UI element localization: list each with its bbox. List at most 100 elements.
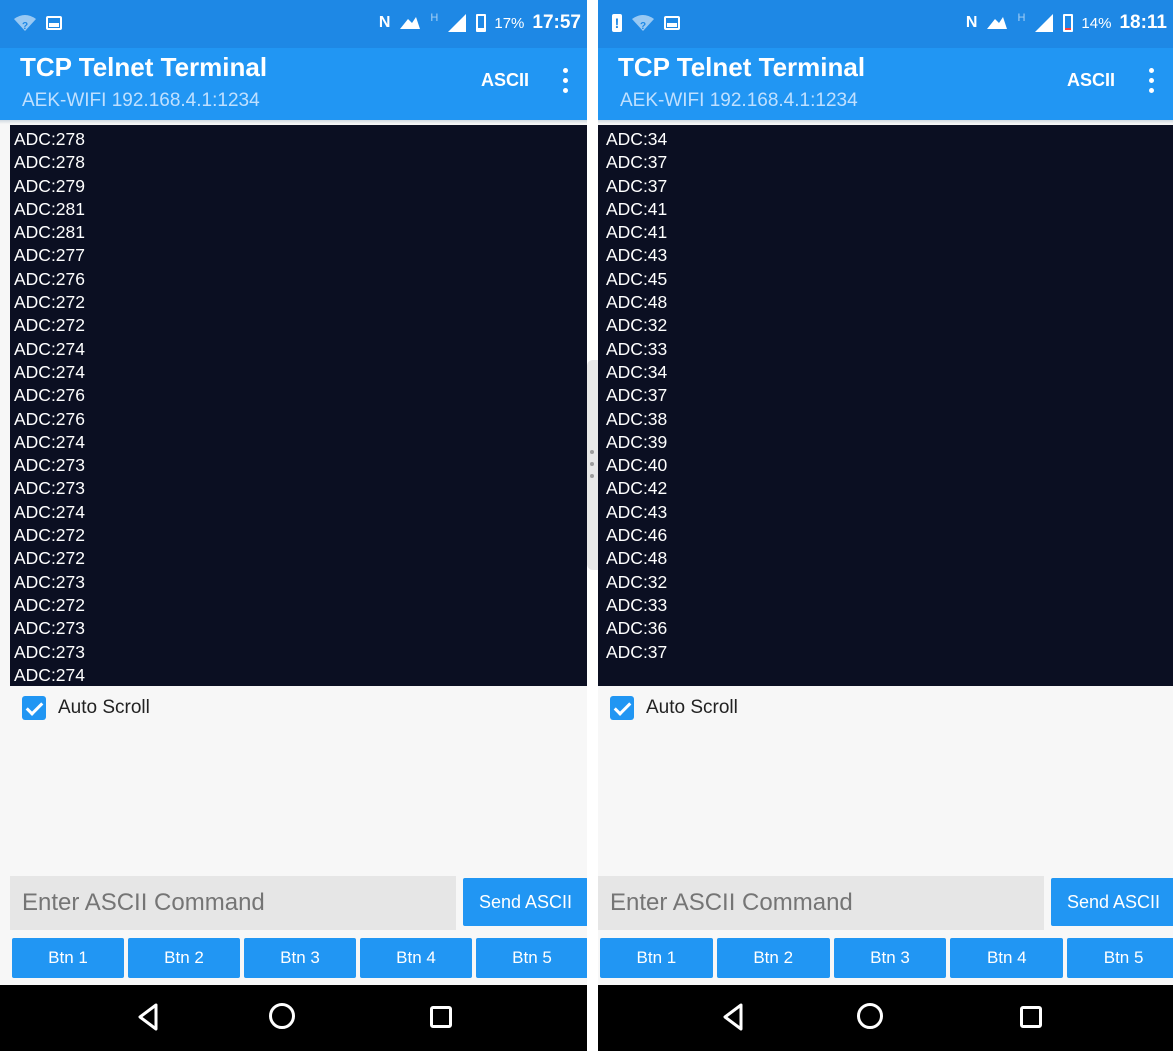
terminal-line: ADC:272 <box>14 525 86 546</box>
terminal-line: ADC:274 <box>14 338 86 359</box>
terminal-line: ADC:41 <box>606 198 668 219</box>
terminal-line: ADC:45 <box>606 268 668 289</box>
nav-bar <box>598 985 1173 1051</box>
auto-scroll-checkbox[interactable]: Auto Scroll <box>610 696 738 720</box>
terminal-line: ADC:272 <box>14 315 86 336</box>
back-icon[interactable] <box>137 1003 159 1031</box>
btn-4[interactable]: Btn 4 <box>360 938 472 978</box>
home-icon[interactable] <box>857 1003 883 1029</box>
status-bar: ! ? N H 14% 18:11 <box>598 0 1173 48</box>
phone-screen-right: ! ? N H 14% 18:11 TCP Telnet Terminal AE… <box>598 0 1173 1051</box>
btn-4[interactable]: Btn 4 <box>950 938 1064 978</box>
macro-button-row: Btn 1 Btn 2 Btn 3 Btn 4 Btn 5 <box>12 938 587 978</box>
terminal-line: ADC:37 <box>606 152 668 173</box>
terminal-line: ADC:32 <box>606 315 668 336</box>
terminal-line: ADC:272 <box>14 548 86 569</box>
terminal-line: ADC:273 <box>14 641 86 662</box>
checkbox-checked-icon[interactable] <box>22 696 46 720</box>
overflow-menu-icon[interactable] <box>1149 68 1155 96</box>
terminal-line: ADC:272 <box>14 594 86 615</box>
terminal-line: ADC:281 <box>14 222 86 243</box>
macro-button-row: Btn 1 Btn 2 Btn 3 Btn 4 Btn 5 <box>600 938 1173 978</box>
terminal-line: ADC:48 <box>606 292 668 313</box>
ascii-mode-button[interactable]: ASCII <box>1067 70 1115 91</box>
back-icon[interactable] <box>722 1003 744 1031</box>
terminal-line: ADC:278 <box>14 129 86 149</box>
terminal-line: ADC:33 <box>606 594 668 615</box>
terminal-line: ADC:43 <box>606 501 668 522</box>
auto-scroll-checkbox[interactable]: Auto Scroll <box>22 696 150 720</box>
terminal-output[interactable]: ADC:34 ADC:37 ADC:37 ADC:41 ADC:41 ADC:43 ADC:… <box>598 125 1173 686</box>
terminal-line: ADC:276 <box>14 385 86 406</box>
divider-handle[interactable] <box>587 360 598 570</box>
terminal-line: ADC:277 <box>14 245 86 266</box>
recent-apps-icon[interactable] <box>1020 1006 1042 1028</box>
send-ascii-button[interactable]: Send ASCII <box>463 878 587 926</box>
wifi-question-icon: ? <box>14 14 36 32</box>
send-ascii-button[interactable]: Send ASCII <box>1051 878 1173 926</box>
btn-5[interactable]: Btn 5 <box>476 938 587 978</box>
alert-notification-icon: ! <box>612 14 622 32</box>
battery-percent: 14% <box>1081 14 1112 32</box>
nfc-icon: N <box>965 14 978 31</box>
app-title: TCP Telnet Terminal <box>20 52 268 82</box>
status-bar: ? N H 17% 17:57 <box>0 0 587 48</box>
terminal-line: ADC:279 <box>14 175 86 196</box>
ascii-command-input[interactable] <box>10 876 456 930</box>
image-notification-icon <box>664 16 680 30</box>
split-divider[interactable] <box>587 0 598 1051</box>
terminal-line: ADC:36 <box>606 618 668 639</box>
nav-bar <box>0 985 587 1051</box>
btn-3[interactable]: Btn 3 <box>833 938 947 978</box>
signal-icon <box>448 14 467 32</box>
btn-3[interactable]: Btn 3 <box>244 938 356 978</box>
connection-subtitle: AEK-WIFI 192.168.4.1:1234 <box>22 90 260 111</box>
ascii-mode-button[interactable]: ASCII <box>481 70 529 91</box>
terminal-output[interactable]: ADC:278 ADC:278 ADC:279 ADC:281 ADC:281 ADC:2… <box>10 125 587 686</box>
battery-percent: 17% <box>494 14 525 32</box>
terminal-line: ADC:34 <box>606 129 668 149</box>
app-bar: TCP Telnet Terminal AEK-WIFI 192.168.4.1… <box>598 48 1173 120</box>
terminal-line: ADC:274 <box>14 501 86 522</box>
btn-2[interactable]: Btn 2 <box>128 938 240 978</box>
btn-1[interactable]: Btn 1 <box>12 938 124 978</box>
overflow-menu-icon[interactable] <box>563 68 569 96</box>
recent-apps-icon[interactable] <box>430 1006 452 1028</box>
home-icon[interactable] <box>269 1003 295 1029</box>
ascii-command-input[interactable] <box>598 876 1044 930</box>
auto-scroll-label: Auto Scroll <box>646 697 738 718</box>
terminal-line: ADC:41 <box>606 222 668 243</box>
terminal-line: ADC:274 <box>14 431 86 452</box>
terminal-line: ADC:43 <box>606 245 668 266</box>
terminal-line: ADC:278 <box>14 152 86 173</box>
terminal-line: ADC:276 <box>14 268 86 289</box>
signal-icon <box>1035 14 1054 32</box>
terminal-line: ADC:276 <box>14 408 86 429</box>
terminal-line: ADC:37 <box>606 641 668 662</box>
terminal-line: ADC:46 <box>606 525 668 546</box>
terminal-line: ADC:37 <box>606 175 668 196</box>
app-bar: TCP Telnet Terminal AEK-WIFI 192.168.4.1… <box>0 48 587 120</box>
terminal-line: ADC:48 <box>606 548 668 569</box>
terminal-line: ADC:32 <box>606 571 668 592</box>
btn-2[interactable]: Btn 2 <box>716 938 830 978</box>
terminal-line: ADC:37 <box>606 385 668 406</box>
terminal-line: ADC:38 <box>606 408 668 429</box>
cast-icon <box>987 17 1008 29</box>
nfc-icon: N <box>378 14 391 31</box>
btn-1[interactable]: Btn 1 <box>600 938 713 978</box>
terminal-line: ADC:42 <box>606 478 668 499</box>
terminal-line: ADC:281 <box>14 198 86 219</box>
image-notification-icon <box>46 16 62 30</box>
battery-icon <box>1063 14 1074 32</box>
svg-text:?: ? <box>22 21 28 32</box>
btn-5[interactable]: Btn 5 <box>1067 938 1173 978</box>
terminal-line: ADC:272 <box>14 292 86 313</box>
terminal-line: ADC:34 <box>606 361 668 382</box>
wifi-question-icon: ? <box>632 14 654 32</box>
checkbox-checked-icon[interactable] <box>610 696 634 720</box>
phone-screen-left: ? N H 17% 17:57 TCP Telnet Terminal AEK-… <box>0 0 587 1051</box>
terminal-line: ADC:273 <box>14 571 86 592</box>
auto-scroll-label: Auto Scroll <box>58 697 150 718</box>
terminal-line: ADC:33 <box>606 338 668 359</box>
